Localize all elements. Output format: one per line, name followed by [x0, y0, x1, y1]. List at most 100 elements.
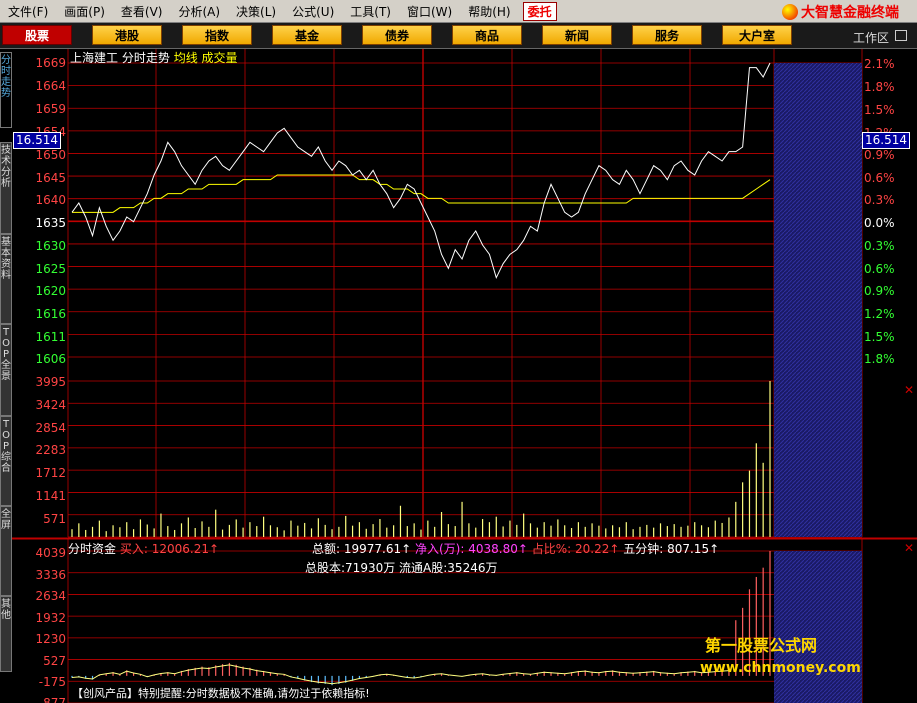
- volume-bar: [386, 527, 388, 537]
- fund-flow-header: 分时资金 买入: 12006.21↑: [68, 540, 219, 557]
- volume-bar: [153, 528, 155, 537]
- volume-bar: [612, 525, 614, 537]
- volume-bar: [139, 519, 142, 537]
- watermark-url: www.chnmoney.com: [700, 660, 861, 676]
- volume-bar: [714, 520, 716, 537]
- volume-bar: [447, 524, 449, 537]
- volume-bar: [235, 519, 237, 537]
- volume-bar: [673, 524, 675, 537]
- fund-tick: 527: [43, 654, 66, 668]
- volume-bar: [208, 526, 210, 537]
- volume-bar: [331, 529, 333, 537]
- average-price-line: [72, 174, 771, 213]
- volume-bar: [564, 525, 566, 537]
- volume-bar: [591, 523, 593, 537]
- volume-bar: [187, 517, 189, 537]
- volume-bar: [618, 527, 621, 537]
- fund-tick: -175: [38, 675, 66, 689]
- volume-bar: [351, 525, 354, 537]
- intraday-chart[interactable]: [0, 0, 917, 703]
- volume-bar: [263, 516, 265, 537]
- volume-bar: [659, 523, 662, 537]
- fund-panel-close-icon[interactable]: ✕: [904, 541, 914, 555]
- volume-bar: [488, 522, 491, 537]
- pct-tick: 1.2%: [864, 307, 895, 321]
- volume-bar: [735, 501, 737, 537]
- volume-bar: [160, 513, 162, 537]
- volume-bar: [700, 525, 703, 537]
- price-tick: 1625: [35, 262, 66, 276]
- volume-bar: [194, 528, 196, 537]
- volume-bar: [742, 482, 744, 537]
- total-shares: 总股本:71930万: [305, 561, 396, 575]
- pct-tick: 0.6%: [864, 262, 895, 276]
- volume-bar: [338, 526, 340, 537]
- volume-bar: [112, 525, 114, 537]
- pct-tick: 0.9%: [864, 148, 895, 162]
- volume-bar: [228, 524, 230, 537]
- shade-fund: [774, 551, 862, 703]
- current-price-left: 16.514: [13, 132, 61, 149]
- fund-title: 分时资金: [68, 542, 117, 556]
- price-tick: 1664: [35, 79, 66, 93]
- volume-tick: 571: [43, 512, 66, 526]
- volume-tick: 2283: [35, 443, 66, 457]
- pct-tick: 1.8%: [864, 352, 895, 366]
- volume-bar: [365, 528, 367, 537]
- volume-bar: [399, 505, 402, 537]
- volume-bars: [71, 381, 771, 537]
- volume-bar: [434, 526, 436, 537]
- volume-bar: [646, 524, 648, 537]
- after-hours-shade: [774, 63, 862, 703]
- volume-bar: [132, 529, 135, 537]
- fund-ratio: 占比%: 20.22↑: [531, 542, 620, 556]
- volume-bar: [379, 519, 381, 537]
- price-tick: 1640: [35, 193, 66, 207]
- price-tick: 1645: [35, 171, 66, 185]
- volume-bar: [201, 521, 203, 537]
- fund-tick: 1932: [35, 611, 66, 625]
- volume-bar: [557, 519, 559, 537]
- view-name: 分时走势: [121, 51, 170, 65]
- volume-bar: [146, 524, 148, 537]
- volume-bar: [221, 529, 224, 537]
- volume-bar: [502, 526, 504, 537]
- volume-bar: [304, 522, 306, 537]
- price-tick: 1650: [35, 148, 66, 162]
- volume-panel-close-icon[interactable]: ✕: [904, 383, 914, 397]
- volume-bar: [728, 517, 730, 537]
- volume-bar: [167, 526, 169, 537]
- price-tick: 1659: [35, 102, 66, 116]
- volume-label: 成交量: [201, 51, 238, 65]
- pct-tick: 0.3%: [864, 193, 895, 207]
- volume-bar: [481, 519, 484, 537]
- avg-line-label: 均线: [173, 51, 198, 65]
- volume-bar: [180, 523, 183, 537]
- pct-tick: 1.8%: [864, 80, 895, 94]
- volume-bar: [625, 522, 627, 537]
- volume-bar: [393, 525, 395, 537]
- volume-bar: [536, 527, 538, 537]
- price-tick: 1635: [35, 216, 66, 230]
- volume-bar: [707, 527, 710, 537]
- volume-bar: [358, 522, 361, 537]
- pct-tick: 1.5%: [864, 330, 895, 344]
- volume-bar: [98, 520, 100, 537]
- price-tick: 1616: [35, 307, 66, 321]
- volume-bar: [694, 522, 696, 537]
- volume-bar: [605, 528, 607, 537]
- volume-bar: [570, 528, 573, 537]
- volume-bar: [324, 524, 326, 537]
- volume-bar: [105, 531, 107, 537]
- price-tick: 1669: [35, 56, 66, 70]
- volume-bar: [91, 526, 94, 537]
- volume-bar: [420, 529, 422, 537]
- volume-bar: [174, 529, 176, 537]
- volume-bar: [762, 462, 764, 537]
- volume-bar: [71, 529, 73, 537]
- volume-bar: [755, 443, 757, 537]
- volume-bar: [550, 525, 552, 537]
- pct-tick: 1.5%: [864, 103, 895, 117]
- volume-bar: [345, 515, 347, 537]
- fund-stats: 总额: 19977.61↑ 净入(万): 4038.80↑ 占比%: 20.22…: [312, 540, 719, 557]
